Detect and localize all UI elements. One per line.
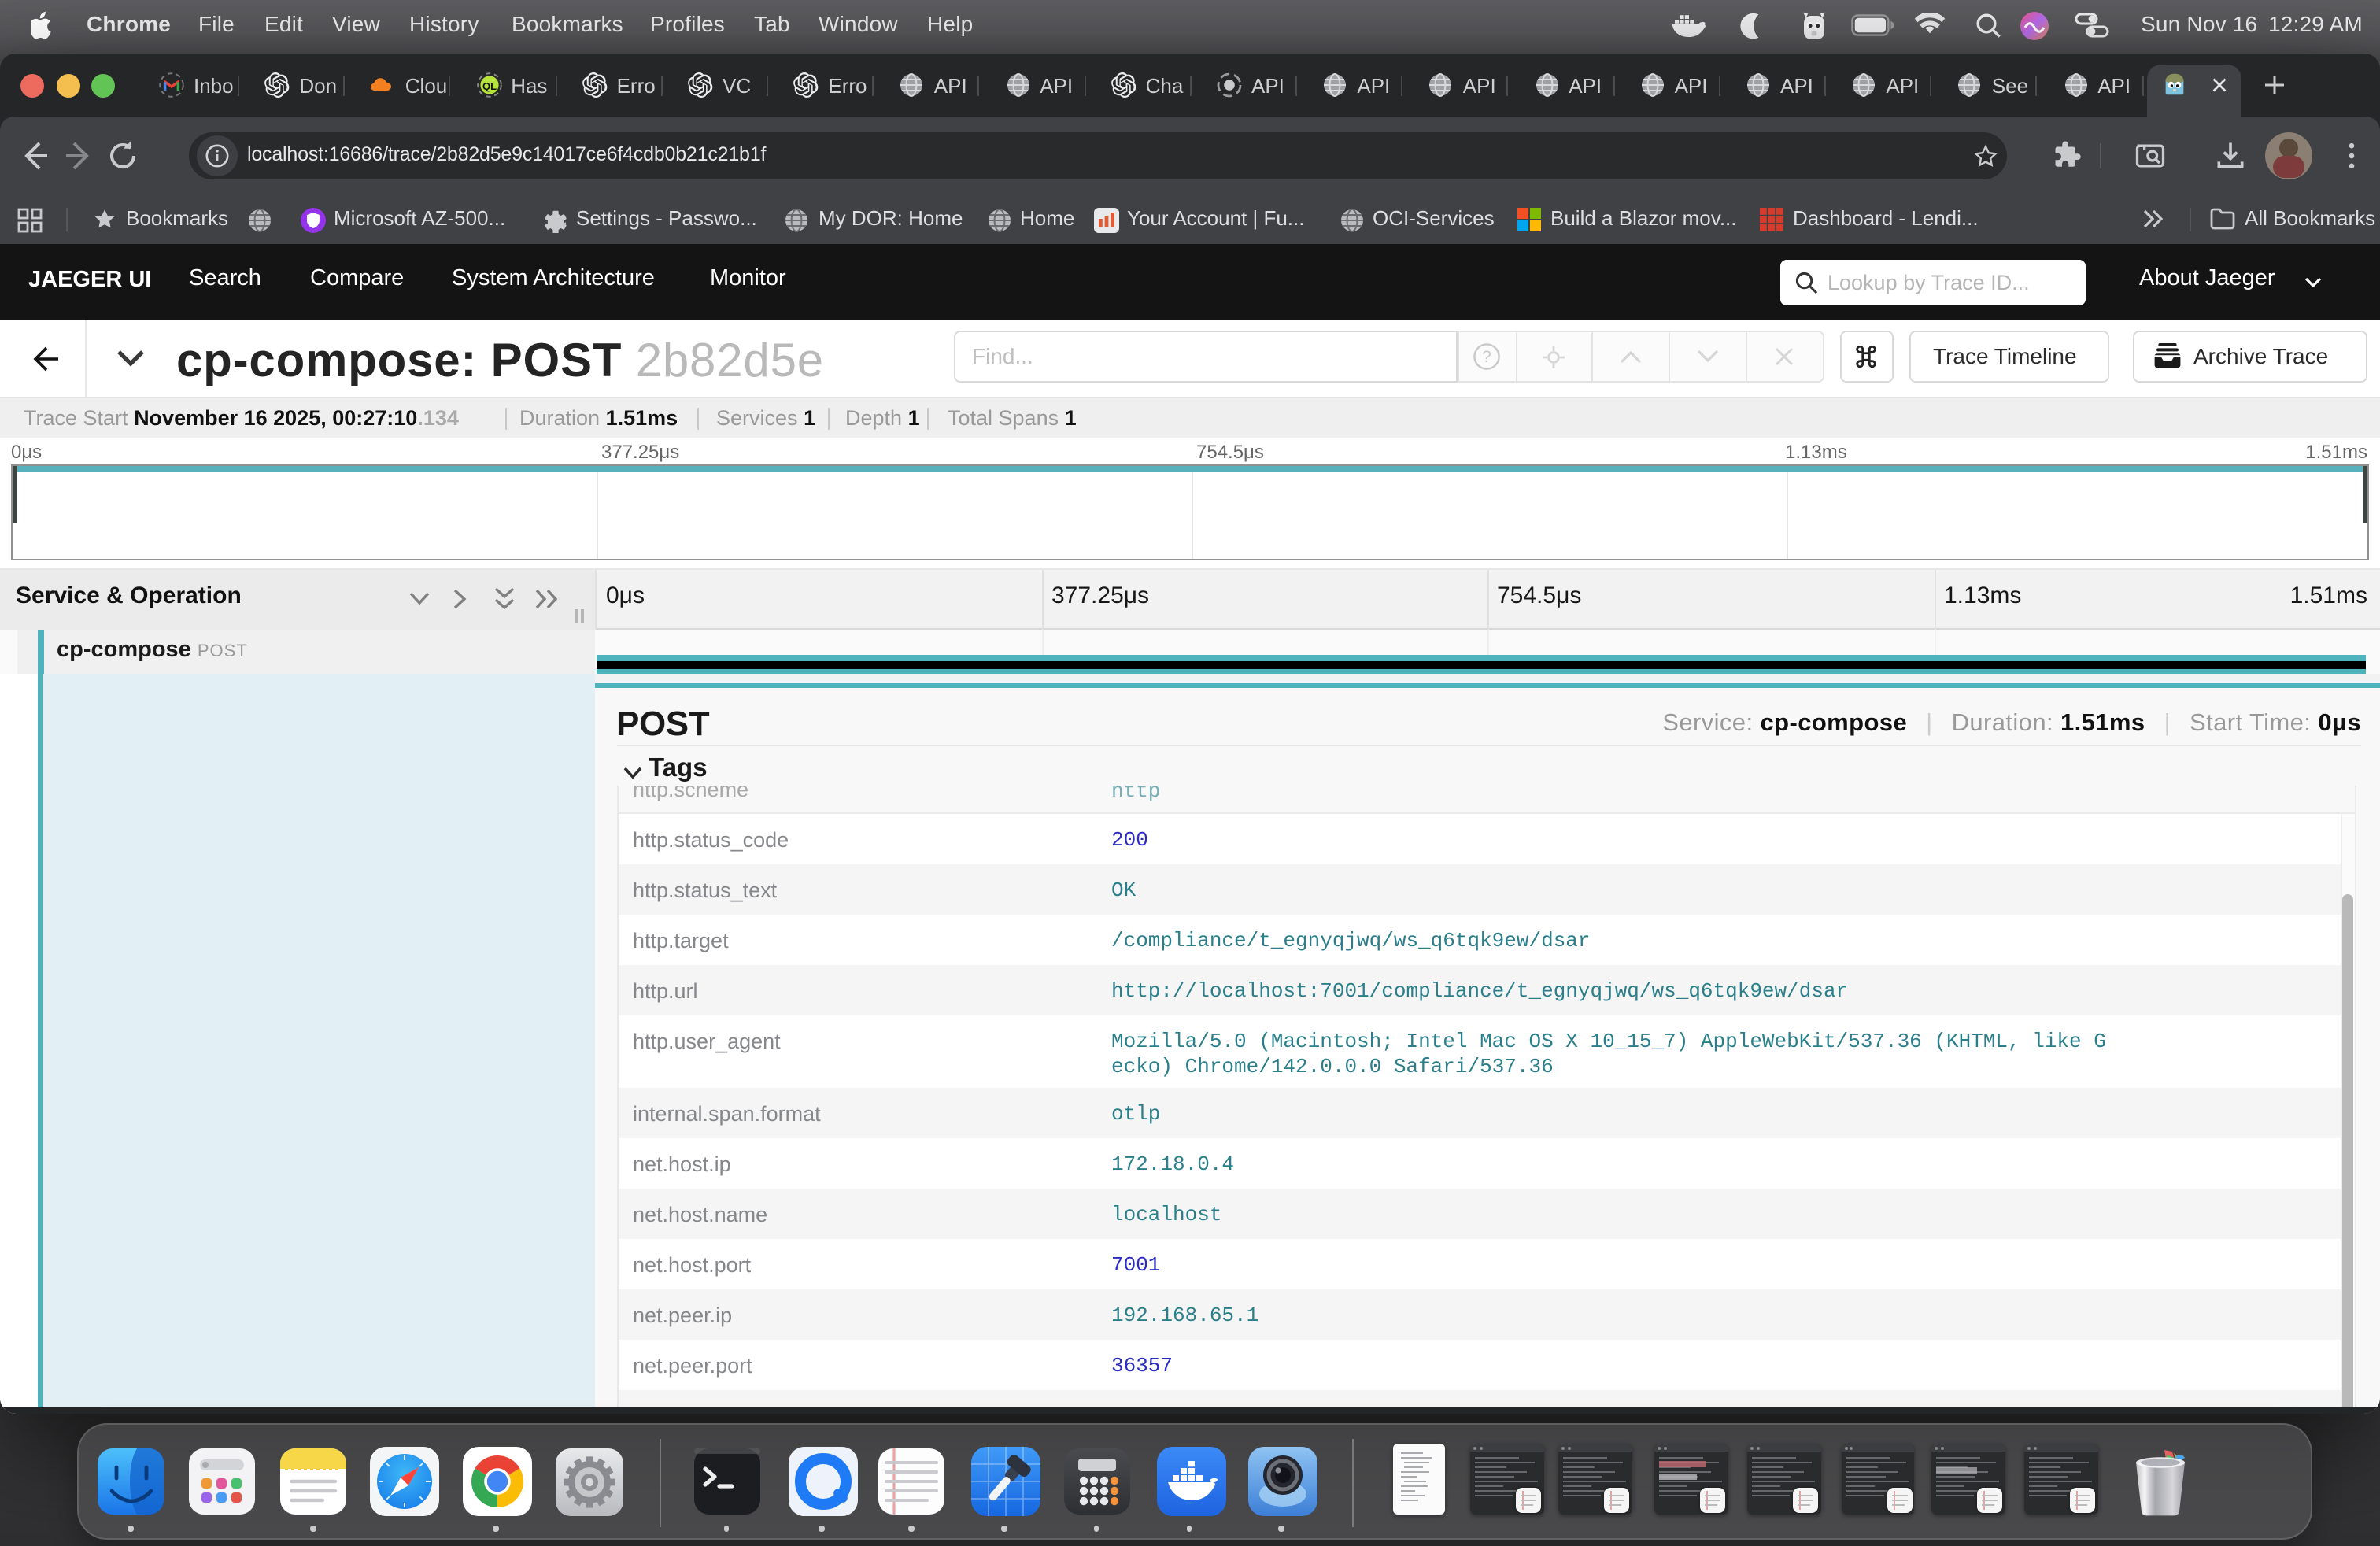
svg-text:?: ? [1483, 348, 1492, 366]
svg-text:QL: QL [482, 80, 496, 92]
